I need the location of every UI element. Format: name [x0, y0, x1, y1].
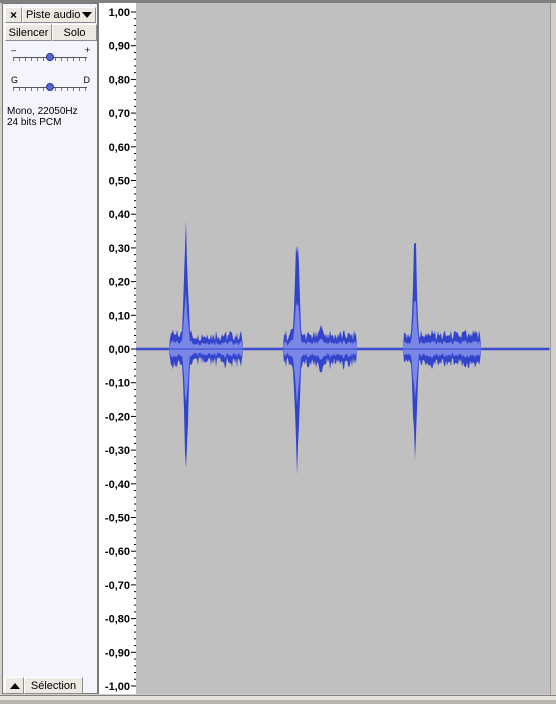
ruler-tick-label: -0,20	[105, 411, 130, 423]
waveform-display[interactable]	[136, 3, 550, 694]
gain-slider[interactable]: – +	[9, 45, 91, 69]
waveform-graphic	[136, 220, 550, 475]
solo-button-label: Solo	[63, 26, 86, 39]
ruler-tick-label: -0,30	[105, 445, 130, 457]
ruler-tick-label: -0,60	[105, 546, 130, 558]
waveform-rms-envelope	[136, 291, 549, 406]
ruler-tick-label: -0,50	[105, 513, 130, 525]
ruler-tick-label: -0,70	[105, 580, 130, 592]
ruler-tick-label: 0,80	[109, 74, 130, 86]
track-name-menu-button[interactable]: Piste audio	[22, 7, 96, 23]
pan-right-label: D	[83, 75, 91, 85]
gain-max-label: +	[84, 45, 90, 55]
ruler-tick-label: -1,00	[105, 681, 130, 693]
ruler-tick-label: 0,20	[109, 277, 130, 289]
track-format-bits: 24 bits PCM	[7, 117, 62, 128]
track-right-edge	[550, 3, 556, 695]
track-name-label: Piste audio	[26, 9, 81, 21]
chevron-down-icon	[82, 12, 92, 18]
solo-button[interactable]: Solo	[52, 24, 97, 41]
ruler-tick-label: 0,90	[109, 41, 130, 53]
bottom-scroll-band	[0, 700, 556, 704]
mute-button-label: Silencer	[8, 26, 49, 39]
audacity-track-window: × Piste audio Silencer Solo – + G D Mono	[0, 0, 556, 704]
gain-slider-thumb[interactable]	[46, 53, 54, 61]
collapse-track-button[interactable]	[5, 677, 24, 694]
ruler-tick-label: -0,90	[105, 647, 130, 659]
select-track-button[interactable]: Sélection	[24, 677, 83, 694]
pan-left-label: G	[11, 75, 19, 85]
track-control-panel: × Piste audio Silencer Solo – + G D Mono	[2, 3, 98, 694]
ruler-tick-label: 0,00	[109, 344, 130, 356]
triangle-up-icon	[9, 682, 20, 689]
pan-slider-thumb[interactable]	[46, 83, 54, 91]
gain-min-label: –	[11, 45, 17, 55]
ruler-tick-label: 0,70	[109, 108, 130, 120]
ruler-tick-label: -0,40	[105, 479, 130, 491]
ruler-tick-label: 1,00	[109, 7, 130, 19]
ruler-tick-label: 0,40	[109, 209, 130, 221]
amplitude-ruler: 1,00 0,90 0,80 0,70 0,60 0,50 0,40 0,30 0,20 0,10…	[98, 3, 137, 694]
ruler-tick-label: 0,50	[109, 176, 130, 188]
pan-slider[interactable]: G D	[9, 75, 91, 99]
close-icon: ×	[9, 8, 17, 22]
track-format-info: Mono, 22050Hz 24 bits PCM	[7, 106, 78, 128]
ruler-tick-label: 0,30	[109, 243, 130, 255]
ruler-tick-label: -0,10	[105, 378, 130, 390]
ruler-tick-label: 0,10	[109, 310, 130, 322]
ruler-tick-label: -0,80	[105, 614, 130, 626]
track-rate-info: Mono, 22050Hz	[7, 106, 78, 117]
close-track-button[interactable]: ×	[5, 7, 22, 23]
amplitude-ruler-scale: 1,00 0,90 0,80 0,70 0,60 0,50 0,40 0,30 0,20 0,10…	[105, 7, 137, 693]
ruler-tick-label: 0,60	[109, 142, 130, 154]
mute-button[interactable]: Silencer	[5, 24, 52, 41]
select-button-label: Sélection	[30, 679, 77, 692]
